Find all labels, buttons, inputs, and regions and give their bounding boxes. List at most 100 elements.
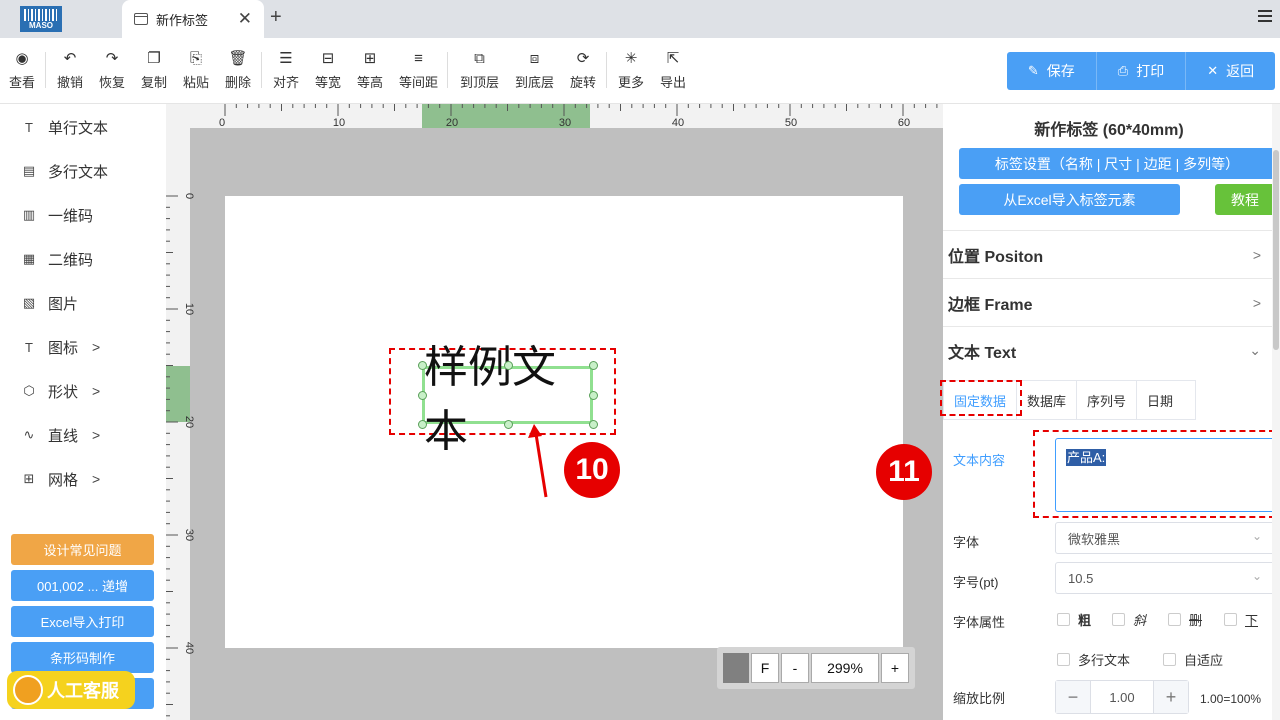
tab-date[interactable]: 日期: [1137, 380, 1197, 420]
view-button[interactable]: ◉ 查看: [9, 50, 35, 91]
tab-serial[interactable]: 序列号: [1077, 380, 1138, 420]
same-width-icon: ⊟: [321, 50, 335, 67]
back-button[interactable]: ✕ 返回: [1186, 52, 1275, 90]
ruler-left-label: 30: [183, 529, 195, 541]
panel-scrollbar-thumb[interactable]: [1273, 150, 1279, 350]
redo-icon: ↷: [105, 50, 119, 67]
resize-handle[interactable]: [589, 391, 598, 400]
more-button[interactable]: ✳ 更多: [618, 50, 644, 91]
bring-top-button[interactable]: ⧉ 到顶层: [460, 50, 499, 91]
toolbar: ◉ 查看 ↶ 撤销 ↷ 恢复 ❐ 复制 ⎘ 粘贴 🗑 删除 ☰ 对齐 ⊟ 等宽 ⊞ 等高 ≡ 等间距…: [0, 38, 1280, 104]
spacing-icon: ≡: [414, 50, 423, 67]
resize-handle[interactable]: [504, 361, 513, 370]
hamburger-menu-icon[interactable]: [1258, 10, 1272, 24]
sidebar-item-qrcode[interactable]: ▦ 二维码: [20, 247, 93, 271]
print-button[interactable]: ⎙ 打印: [1097, 52, 1187, 90]
chevron-right-icon: >: [92, 339, 101, 355]
rotate-icon: ⟳: [576, 50, 590, 67]
scale-plus-button[interactable]: +: [1154, 681, 1188, 713]
scale-value[interactable]: 1.00: [1090, 681, 1154, 713]
resize-handle[interactable]: [589, 361, 598, 370]
undo-button[interactable]: ↶ 撤销: [57, 50, 83, 91]
align-button[interactable]: ☰ 对齐: [273, 50, 299, 91]
sidebar-item-line[interactable]: ∿ 直线 >: [20, 423, 101, 447]
resize-handle[interactable]: [418, 391, 427, 400]
copy-button[interactable]: ❐ 复制: [141, 50, 167, 91]
chevron-down-icon: ⌄: [1251, 529, 1262, 543]
sample-text-element[interactable]: 样例文本: [424, 342, 592, 457]
resize-handle[interactable]: [504, 420, 513, 429]
rotate-button[interactable]: ⟳ 旋转: [570, 50, 596, 91]
font-select[interactable]: 微软雅黑 ⌄: [1055, 522, 1275, 554]
ruler-left-label: 20: [183, 416, 195, 428]
maso-logo: MASO: [20, 6, 62, 32]
font-size-select[interactable]: 10.5 ⌄: [1055, 562, 1275, 594]
autofit-checkbox[interactable]: 自适应: [1163, 650, 1223, 669]
undo-icon: ↶: [63, 50, 77, 67]
resize-handle[interactable]: [418, 361, 427, 370]
scale-hint: 1.00=100%: [1200, 692, 1262, 706]
edit-icon: ✎: [1027, 63, 1039, 78]
label-settings-button[interactable]: 标签设置（名称 | 尺寸 | 边距 | 多列等）: [959, 148, 1275, 179]
multiline-checkbox[interactable]: 多行文本: [1057, 650, 1130, 669]
same-width-button[interactable]: ⊟ 等宽: [315, 50, 341, 91]
annotation-box: [1033, 430, 1275, 518]
zoom-in-button[interactable]: +: [881, 653, 909, 683]
same-height-button[interactable]: ⊞ 等高: [357, 50, 383, 91]
support-agent-icon: [13, 675, 43, 705]
design-faq-button[interactable]: 设计常见问题: [11, 534, 154, 565]
resize-handle[interactable]: [589, 420, 598, 429]
section-position[interactable]: 位置 Positon >: [943, 230, 1275, 278]
redo-button[interactable]: ↷ 恢复: [99, 50, 125, 91]
close-tab-icon[interactable]: ✕: [238, 9, 252, 29]
sidebar-item-multi-text[interactable]: ▤ 多行文本: [20, 159, 108, 183]
annotation-badge-11: 11: [876, 444, 932, 500]
new-tab-button[interactable]: +: [270, 6, 282, 29]
zoom-out-button[interactable]: -: [781, 653, 809, 683]
sidebar-item-shape[interactable]: ⬡ 形状 >: [20, 379, 100, 403]
underline-checkbox[interactable]: 下: [1224, 610, 1258, 629]
paste-button[interactable]: ⎘ 粘贴: [183, 50, 209, 91]
strikethrough-checkbox[interactable]: 删: [1168, 610, 1202, 629]
sidebar-item-barcode[interactable]: ▥ 一维码: [20, 203, 93, 227]
excel-import-button[interactable]: 从Excel导入标签元素: [959, 184, 1180, 215]
color-swatch[interactable]: [723, 653, 749, 683]
increment-button[interactable]: 001,002 ... 递增: [11, 570, 154, 601]
app-root: MASO 新作标签 ✕ + ◉ 查看 ↶ 撤销 ↷ 恢复 ❐ 复制 ⎘ 粘贴 🗑 删除 ☰ 对…: [0, 0, 1280, 720]
sidebar-item-image[interactable]: ▧ 图片: [20, 291, 78, 315]
scale-minus-button[interactable]: −: [1056, 681, 1090, 713]
excel-print-button[interactable]: Excel导入打印: [11, 606, 154, 637]
customer-service-button[interactable]: 人工客服: [7, 671, 135, 709]
spacing-button[interactable]: ≡ 等间距: [399, 50, 438, 91]
chevron-down-icon: ⌄: [1251, 569, 1262, 583]
browser-tab[interactable]: 新作标签 ✕: [122, 0, 264, 38]
bold-checkbox[interactable]: 粗: [1057, 610, 1091, 629]
delete-icon: 🗑: [228, 50, 248, 67]
chevron-down-icon: ⌄: [1249, 342, 1261, 358]
export-button[interactable]: ⇱ 导出: [660, 50, 686, 91]
tutorial-button[interactable]: 教程: [1215, 184, 1275, 215]
export-icon: ⇱: [666, 50, 680, 67]
delete-button[interactable]: 🗑 删除: [225, 50, 251, 91]
resize-handle[interactable]: [418, 420, 427, 429]
section-frame[interactable]: 边框 Frame >: [943, 278, 1275, 326]
barcode-make-button[interactable]: 条形码制作: [11, 642, 154, 673]
zoom-value-input[interactable]: 299%: [811, 653, 879, 683]
tab-database[interactable]: 数据库: [1017, 380, 1078, 420]
eye-icon: ◉: [15, 50, 29, 67]
design-canvas: 0 10 20 30 40 50 60 0 10 20 30 40 样例文本: [166, 104, 943, 720]
sidebar-item-grid[interactable]: ⊞ 网格 >: [20, 467, 101, 491]
barcode-icon: ▥: [22, 207, 36, 222]
chevron-right-icon: >: [92, 471, 101, 487]
scale-stepper[interactable]: − 1.00 +: [1055, 680, 1189, 714]
annotation-arrow: [528, 424, 548, 498]
send-bottom-button[interactable]: ⧈ 到底层: [515, 50, 554, 91]
section-text[interactable]: 文本 Text ⌄: [943, 326, 1275, 374]
paste-icon: ⎘: [190, 50, 203, 67]
italic-checkbox[interactable]: 斜: [1112, 610, 1146, 629]
sidebar-item-single-text[interactable]: T 单行文本: [20, 115, 108, 139]
sidebar-item-icon[interactable]: T 图标 >: [20, 335, 100, 359]
copy-icon: ❐: [147, 50, 161, 67]
fit-button[interactable]: F: [751, 653, 779, 683]
save-button[interactable]: ✎ 保存: [1007, 52, 1097, 90]
